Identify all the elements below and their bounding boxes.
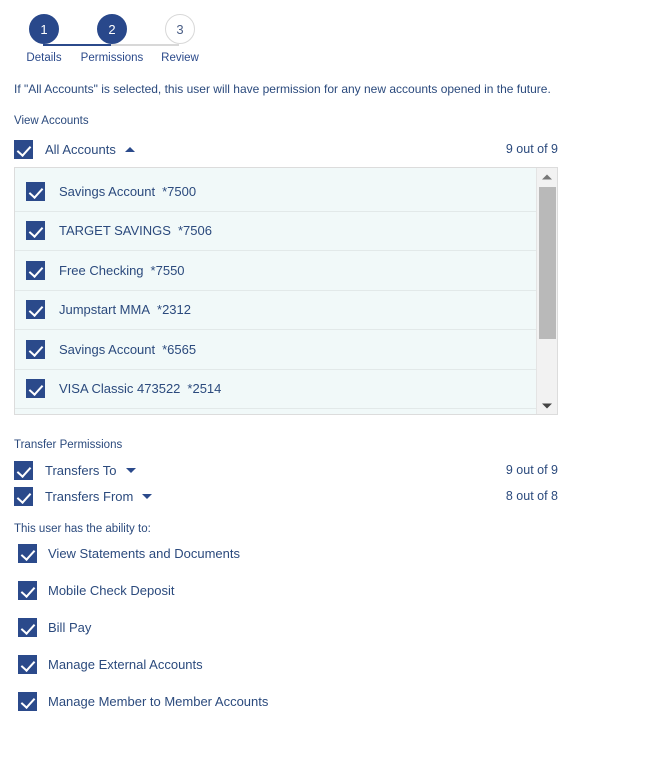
accounts-list-scrollbar[interactable] <box>536 168 557 414</box>
table-row[interactable]: VISA Classic 473522 *2514 <box>15 369 536 409</box>
ability-checkbox[interactable] <box>18 692 37 711</box>
account-name: Free Checking <box>59 262 144 278</box>
account-number: *6565 <box>162 341 197 357</box>
account-checkbox[interactable] <box>26 379 45 399</box>
ability-checkbox[interactable] <box>18 618 37 637</box>
scroll-up-icon[interactable] <box>537 168 557 185</box>
table-row[interactable]: TARGET SAVINGS *7506 <box>15 211 536 251</box>
transfer-permissions-label: Transfer Permissions <box>14 439 123 451</box>
ability-label: Manage Member to Member Accounts <box>48 694 269 709</box>
chevron-down-icon[interactable] <box>142 493 153 499</box>
stepper-label-1: Details <box>26 52 62 64</box>
transfers-to-row[interactable]: Transfers To 9 out of 9 <box>14 460 558 480</box>
ability-checkbox[interactable] <box>18 581 37 600</box>
account-number: *7550 <box>150 262 185 278</box>
account-name: TARGET SAVINGS <box>59 223 171 239</box>
stepper-label-2: Permissions <box>80 52 144 64</box>
chevron-down-icon[interactable] <box>125 467 136 473</box>
transfers-from-count: 8 out of 8 <box>505 489 558 503</box>
stepper-step-permissions[interactable]: 2 Permissions <box>78 14 146 64</box>
all-accounts-row[interactable]: All Accounts 9 out of 9 <box>14 137 558 161</box>
table-row[interactable]: Savings Account *6565 <box>15 330 536 370</box>
accounts-list: Savings Account *7500 TARGET SAVINGS *75… <box>15 168 536 414</box>
table-row[interactable]: Savings Account *7500 <box>15 172 536 212</box>
abilities-label: This user has the ability to: <box>14 523 151 535</box>
all-accounts-label: All Accounts <box>45 141 116 157</box>
account-number: *2312 <box>157 302 191 318</box>
transfers-from-row[interactable]: Transfers From 8 out of 8 <box>14 486 558 506</box>
table-row[interactable]: Jumpstart MMA *2312 <box>15 290 536 330</box>
account-checkbox[interactable] <box>26 260 45 280</box>
stepper-bubble-3: 3 <box>165 14 195 44</box>
stepper-label-3: Review <box>161 52 199 64</box>
ability-label: View Statements and Documents <box>48 546 240 561</box>
account-name: VISA Classic 473522 <box>59 381 181 397</box>
stepper-bubble-2: 2 <box>97 14 127 44</box>
account-name: Savings Account <box>59 341 156 357</box>
view-accounts-label: View Accounts <box>14 115 89 127</box>
transfers-from-label: Transfers From <box>45 488 134 504</box>
list-item[interactable]: Mobile Check Deposit <box>18 572 650 609</box>
account-name: Savings Account <box>59 183 156 199</box>
list-item[interactable]: Manage Member to Member Accounts <box>18 683 650 720</box>
ability-checkbox[interactable] <box>18 655 37 674</box>
list-item[interactable]: View Statements and Documents <box>18 535 650 572</box>
ability-label: Mobile Check Deposit <box>48 583 175 598</box>
transfers-to-label: Transfers To <box>45 462 117 478</box>
stepper-step-review[interactable]: 3 Review <box>146 14 214 64</box>
account-checkbox[interactable] <box>26 221 45 241</box>
account-checkbox[interactable] <box>26 339 45 359</box>
chevron-up-icon[interactable] <box>124 146 135 152</box>
transfers-from-checkbox[interactable] <box>14 486 33 506</box>
ability-label: Bill Pay <box>48 620 92 635</box>
ability-checkbox[interactable] <box>18 544 37 563</box>
transfers-to-checkbox[interactable] <box>14 460 33 480</box>
ability-label: Manage External Accounts <box>48 657 203 672</box>
all-accounts-count: 9 out of 9 <box>505 142 558 156</box>
scroll-down-icon[interactable] <box>537 397 557 414</box>
account-number: *7506 <box>177 223 212 239</box>
list-item[interactable]: Bill Pay <box>18 609 650 646</box>
stepper-bubble-1: 1 <box>29 14 59 44</box>
account-checkbox[interactable] <box>26 181 45 201</box>
account-number: *7500 <box>162 183 197 199</box>
account-number: *2514 <box>187 381 222 397</box>
stepper-step-details[interactable]: 1 Details <box>10 14 78 64</box>
intro-text: If "All Accounts" is selected, this user… <box>14 82 551 96</box>
accounts-list-box: Savings Account *7500 TARGET SAVINGS *75… <box>14 167 558 415</box>
table-row[interactable]: Free Checking *7550 <box>15 251 536 291</box>
list-item[interactable]: Manage External Accounts <box>18 646 650 683</box>
account-checkbox[interactable] <box>26 300 45 320</box>
account-name: Jumpstart MMA <box>59 302 151 318</box>
transfers-to-count: 9 out of 9 <box>505 463 558 477</box>
progress-stepper: 1 Details 2 Permissions 3 Review <box>0 14 650 70</box>
scrollbar-thumb[interactable] <box>539 187 556 339</box>
all-accounts-checkbox[interactable] <box>14 139 33 159</box>
